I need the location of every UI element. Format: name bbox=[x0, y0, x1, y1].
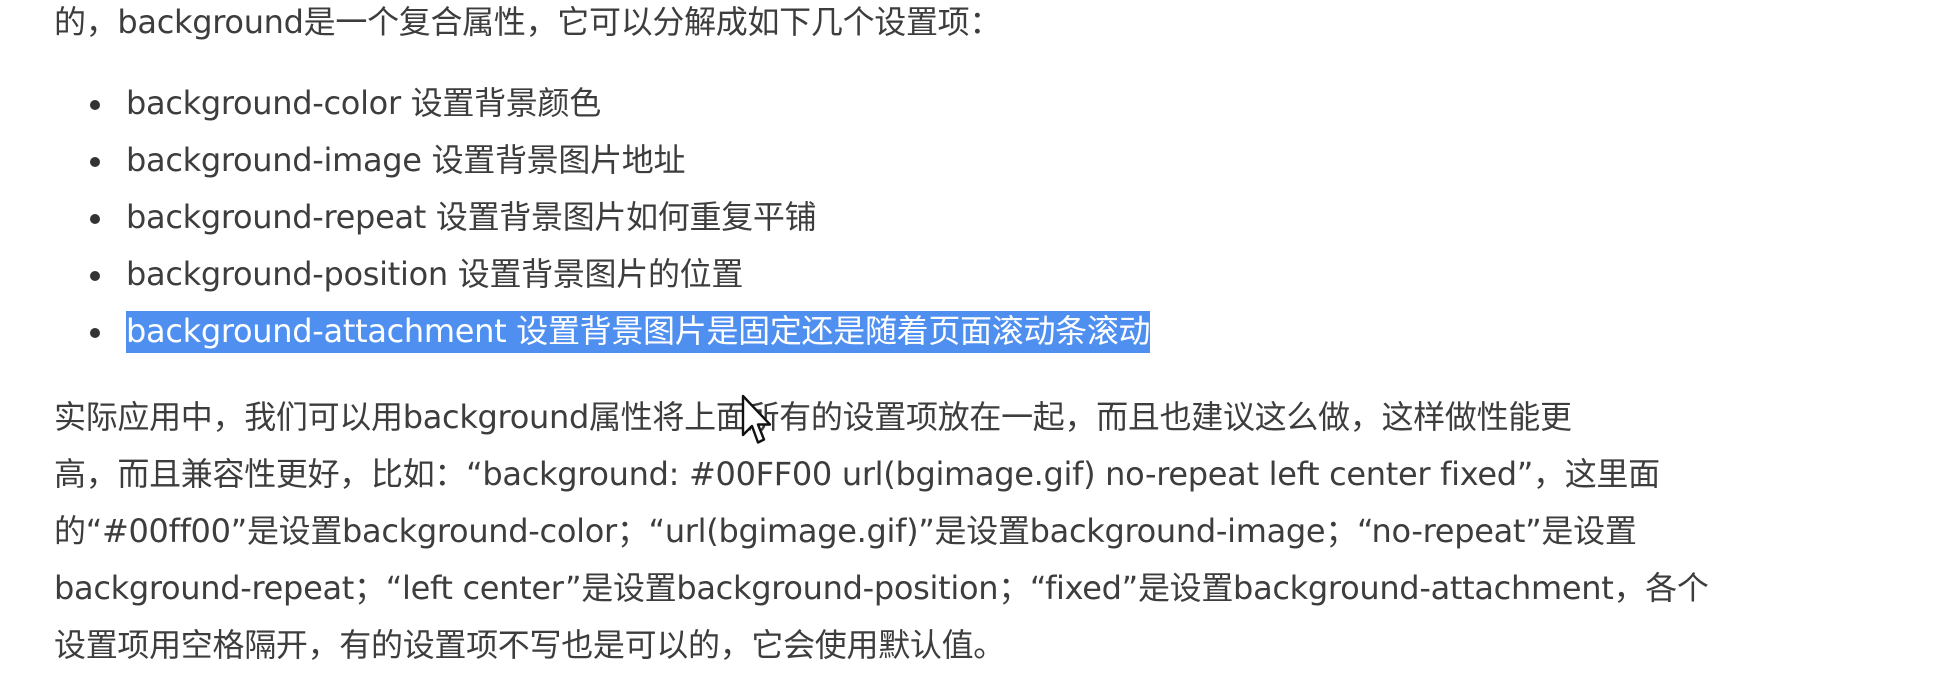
list-item-background-image: background-image 设置背景图片地址 bbox=[54, 132, 1150, 189]
list-item-background-position: background-position 设置背景图片的位置 bbox=[54, 246, 1150, 303]
bullet-icon bbox=[90, 328, 100, 338]
property-name: background-color bbox=[126, 84, 401, 122]
selected-text-highlight: background-attachment 设置背景图片是固定还是随着页面滚动条… bbox=[126, 311, 1151, 353]
bullet-icon bbox=[90, 100, 100, 110]
list-item-background-attachment: background-attachment 设置背景图片是固定还是随着页面滚动条… bbox=[54, 303, 1151, 360]
bullet-icon bbox=[90, 214, 100, 224]
list-item-background-repeat: background-repeat 设置背景图片如何重复平铺 bbox=[54, 189, 1150, 246]
bullet-icon bbox=[90, 271, 100, 281]
bullet-icon bbox=[90, 157, 100, 167]
property-desc: 设置背景颜色 bbox=[410, 84, 602, 122]
list-item-background-color: background-color 设置背景颜色 bbox=[54, 75, 1150, 132]
property-name: background-repeat bbox=[126, 198, 427, 236]
background-properties-list: background-color 设置背景颜色 background-image… bbox=[54, 75, 1151, 360]
property-desc: 设置背景图片的位置 bbox=[457, 255, 744, 293]
intro-line: 的，background是一个复合属性，它可以分解成如下几个设置项： bbox=[54, 3, 1002, 41]
paragraph-line: 实际应用中，我们可以用background属性将上面所有的设置项放在一起，而且也… bbox=[54, 398, 1572, 436]
paragraph-line: 设置项用空格隔开，有的设置项不写也是可以的，它会使用默认值。 bbox=[54, 626, 1006, 664]
property-desc: 设置背景图片地址 bbox=[431, 141, 686, 179]
paragraph-line: background-repeat；“left center”是设置backgr… bbox=[54, 569, 1709, 607]
mouse-cursor-icon bbox=[741, 394, 772, 444]
explanation-paragraph: 实际应用中，我们可以用background属性将上面所有的设置项放在一起，而且也… bbox=[54, 389, 1709, 674]
property-name: background-position bbox=[126, 255, 448, 293]
property-name: background-image bbox=[126, 141, 422, 179]
paragraph-line: 的“#00ff00”是设置background-color；“url(bgima… bbox=[54, 512, 1637, 550]
paragraph-line: 高，而且兼容性更好，比如：“background: #00FF00 url(bg… bbox=[54, 455, 1660, 493]
property-desc: 设置背景图片如何重复平铺 bbox=[435, 198, 817, 236]
